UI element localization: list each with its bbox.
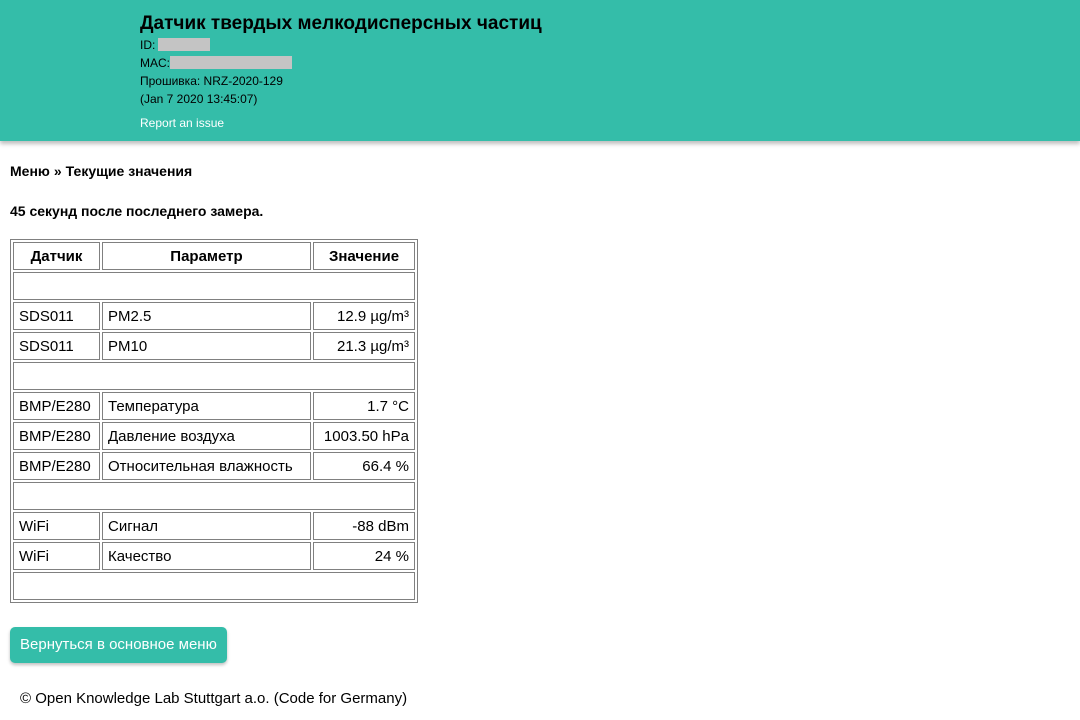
sensor-cell: BMP/E280 — [13, 422, 100, 450]
redacted-mac-block — [170, 56, 292, 69]
spacer-cell — [13, 272, 415, 300]
value-cell: 1.7 °C — [313, 392, 415, 420]
value-cell: -88 dBm — [313, 512, 415, 540]
page-header: Датчик твердых мелкодисперсных частиц ID… — [0, 0, 1080, 141]
parameter-cell: PM2.5 — [102, 302, 311, 330]
firmware-build-date: (Jan 7 2020 13:45:07) — [140, 92, 258, 106]
redacted-id-block — [158, 38, 211, 51]
sensor-cell: WiFi — [13, 512, 100, 540]
footer-copyright: © Open Knowledge Lab Stuttgart a.o. (Cod… — [20, 690, 408, 707]
table-row: WiFi Качество 24 % — [13, 542, 415, 570]
value-cell: 24 % — [313, 542, 415, 570]
report-issue-link[interactable]: Report an issue — [140, 116, 224, 130]
page-title: Датчик твердых мелкодисперсных частиц — [140, 13, 542, 34]
sensor-cell: SDS011 — [13, 302, 100, 330]
table-spacer-row — [13, 362, 415, 390]
table-row: WiFi Сигнал -88 dBm — [13, 512, 415, 540]
table-header-row: Датчик Параметр Значение — [13, 242, 415, 270]
breadcrumb-separator: » — [53, 163, 62, 179]
sensor-cell: BMP/E280 — [13, 452, 100, 480]
table-spacer-row — [13, 272, 415, 300]
column-header-parameter: Параметр — [102, 242, 311, 270]
table-row: BMP/E280 Относительная влажность 66.4 % — [13, 452, 415, 480]
parameter-cell: Температура — [102, 392, 311, 420]
table-row: SDS011 PM10 21.3 µg/m³ — [13, 332, 415, 360]
last-measurement-age: 45 секунд после последнего замера. — [10, 203, 264, 219]
table-spacer-row — [13, 572, 415, 600]
table-row: BMP/E280 Давление воздуха 1003.50 hPa — [13, 422, 415, 450]
parameter-cell: Давление воздуха — [102, 422, 311, 450]
table-spacer-row — [13, 482, 415, 510]
device-mac: MAC: — [140, 54, 542, 72]
back-to-main-menu-button[interactable]: Вернуться в основное меню — [10, 627, 227, 663]
breadcrumb: Меню» Текущие значения — [10, 163, 192, 179]
device-id-label: ID: — [140, 38, 156, 52]
column-header-sensor: Датчик — [13, 242, 100, 270]
sensor-cell: WiFi — [13, 542, 100, 570]
parameter-cell: Относительная влажность — [102, 452, 311, 480]
value-cell: 66.4 % — [313, 452, 415, 480]
parameter-cell: PM10 — [102, 332, 311, 360]
table-row: SDS011 PM2.5 12.9 µg/m³ — [13, 302, 415, 330]
sensor-values-table: Датчик Параметр Значение SDS011 PM2.5 12… — [10, 239, 418, 603]
table-row: BMP/E280 Температура 1.7 °C — [13, 392, 415, 420]
spacer-cell — [13, 572, 415, 600]
column-header-value: Значение — [313, 242, 415, 270]
parameter-cell: Качество — [102, 542, 311, 570]
device-id: ID: — [140, 36, 542, 54]
breadcrumb-current: Текущие значения — [65, 163, 193, 179]
sensor-cell: SDS011 — [13, 332, 100, 360]
value-cell: 21.3 µg/m³ — [313, 332, 415, 360]
spacer-cell — [13, 362, 415, 390]
device-mac-label: MAC: — [140, 56, 170, 70]
value-cell: 12.9 µg/m³ — [313, 302, 415, 330]
header-info: Датчик твердых мелкодисперсных частиц ID… — [140, 12, 542, 108]
firmware-version: Прошивка: NRZ-2020-129 — [140, 74, 283, 88]
value-cell: 1003.50 hPa — [313, 422, 415, 450]
sensor-cell: BMP/E280 — [13, 392, 100, 420]
spacer-cell — [13, 482, 415, 510]
parameter-cell: Сигнал — [102, 512, 311, 540]
breadcrumb-menu[interactable]: Меню — [10, 163, 50, 179]
